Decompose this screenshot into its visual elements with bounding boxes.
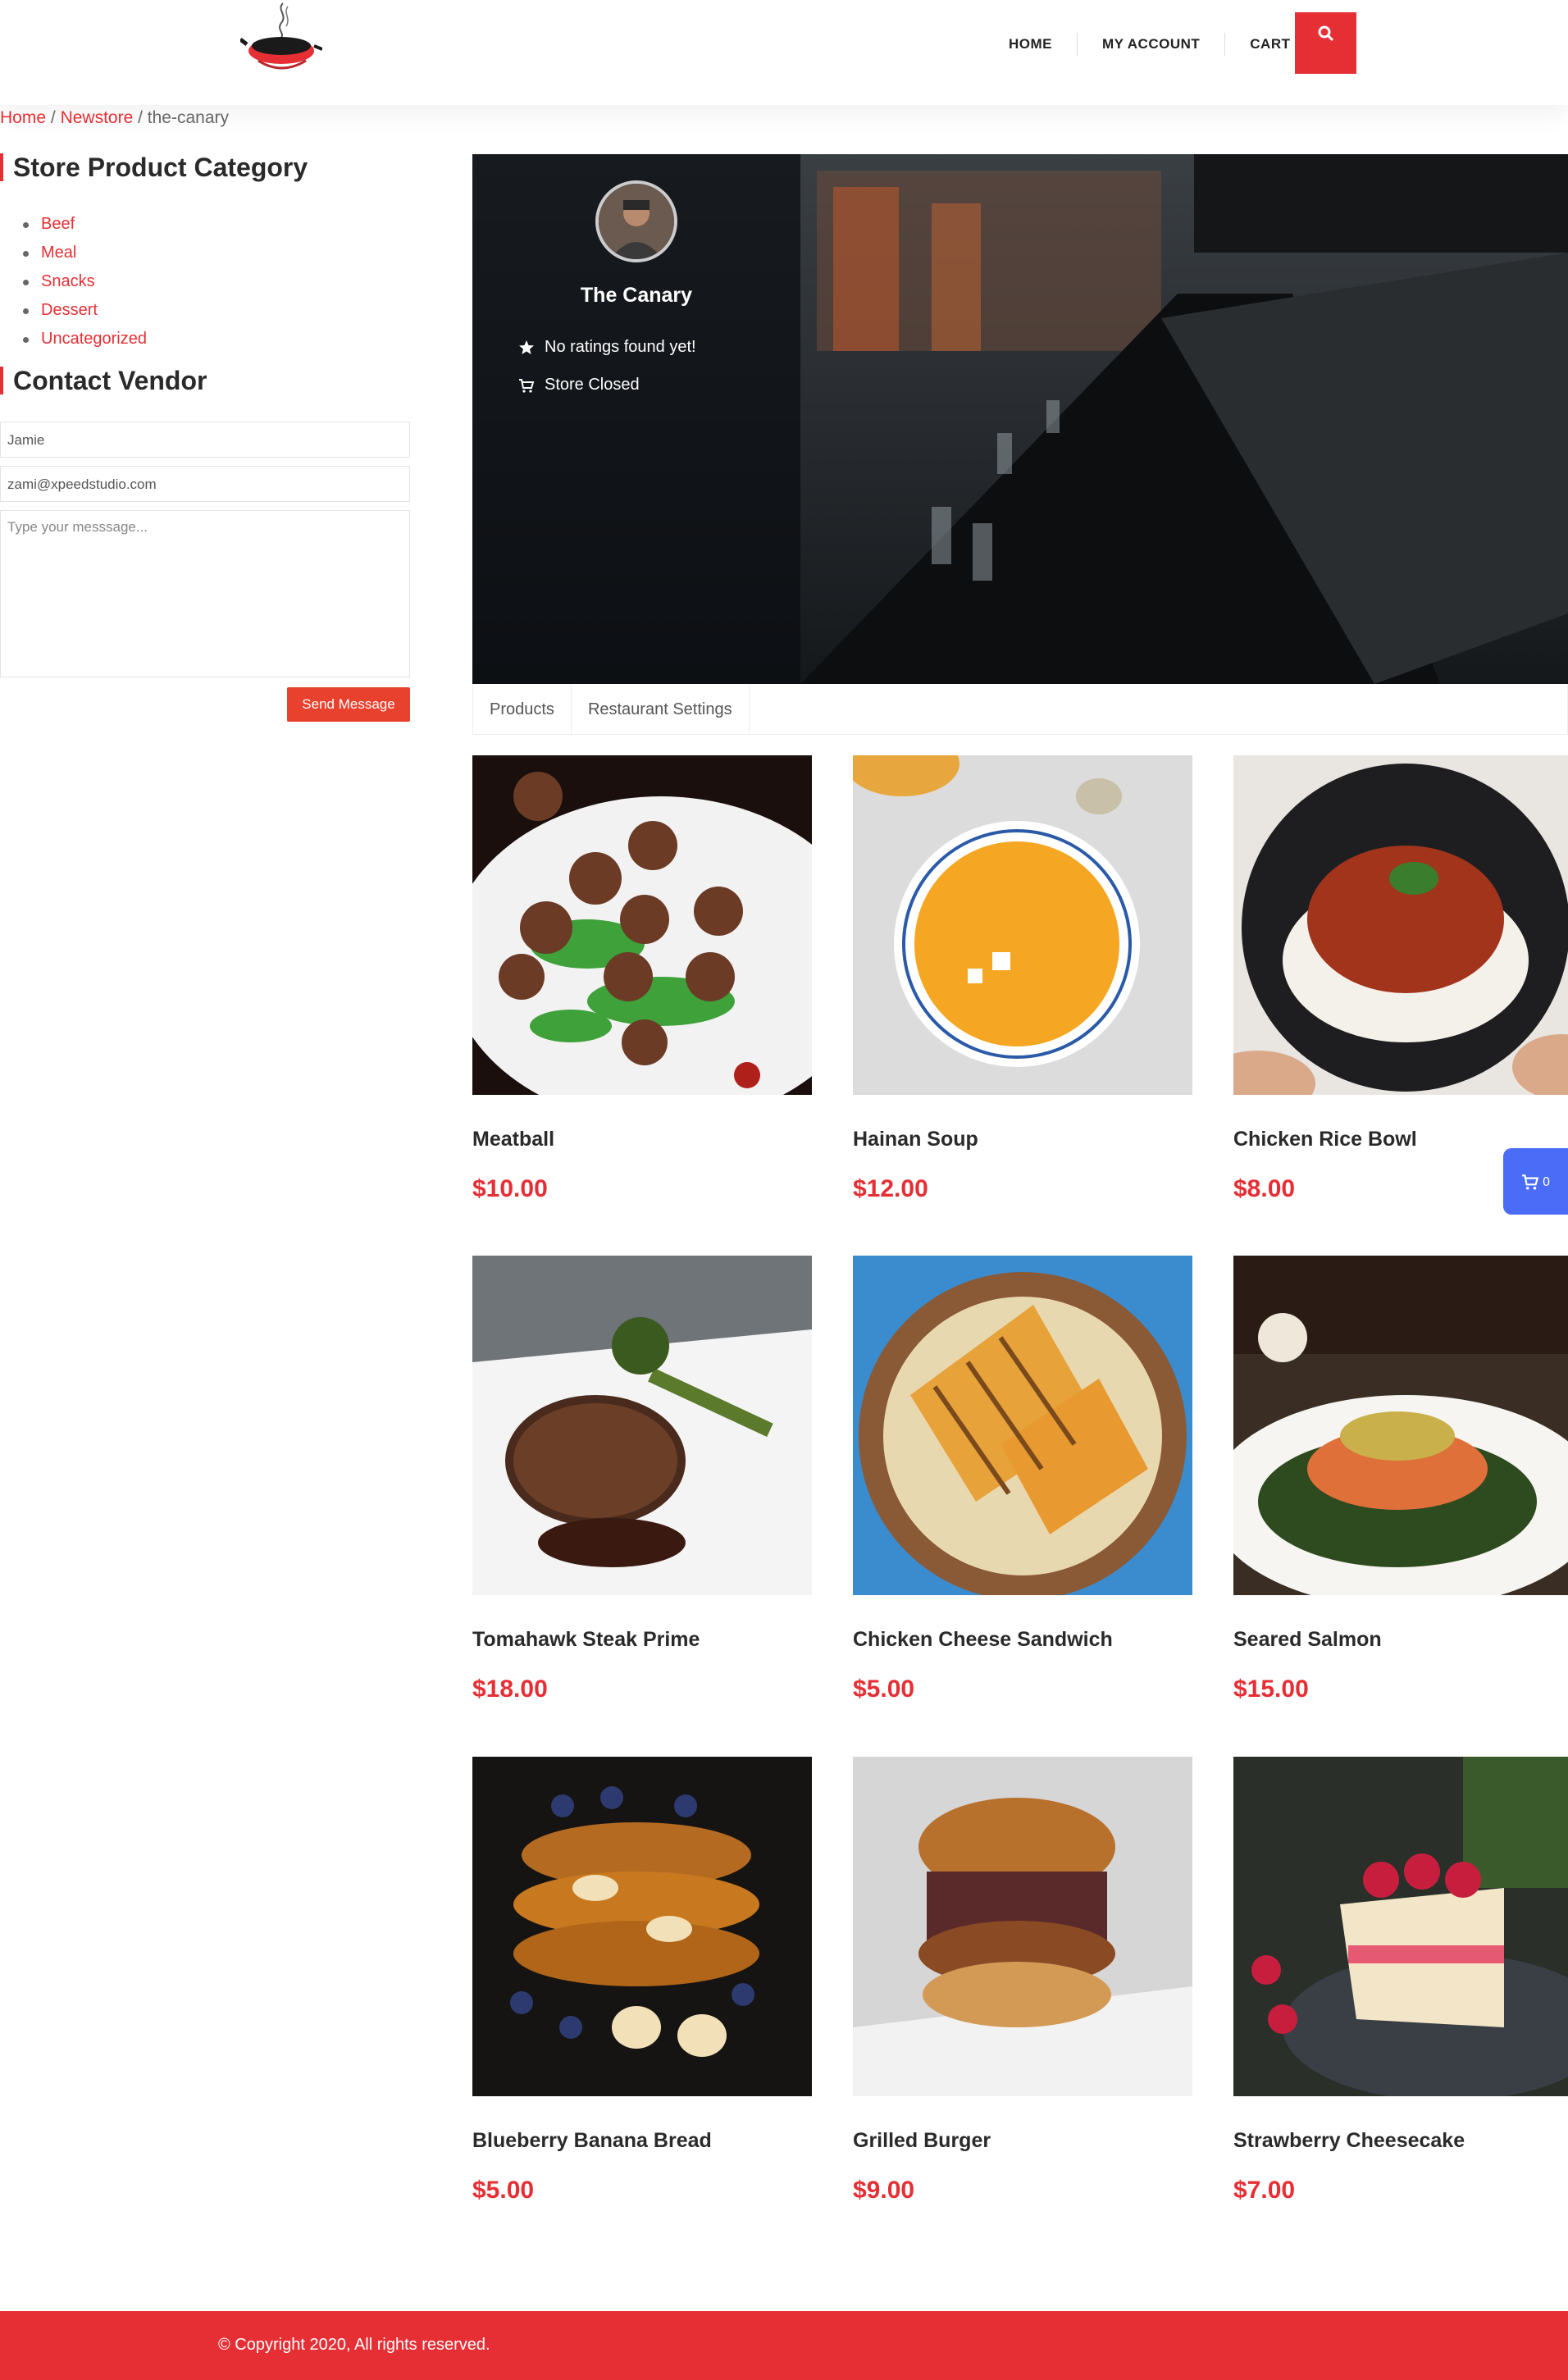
product-name[interactable]: Meatball <box>472 1128 554 1151</box>
product-name[interactable]: Grilled Burger <box>853 2129 991 2153</box>
product-price: $5.00 <box>853 1676 915 1703</box>
product-name[interactable]: Blueberry Banana Bread <box>472 2129 712 2153</box>
wok-pan-logo[interactable] <box>239 0 323 77</box>
product-name[interactable]: Hainan Soup <box>853 1128 978 1151</box>
product-name[interactable]: Strawberry Cheesecake <box>1233 2129 1465 2153</box>
store-rating: No ratings found yet! <box>518 338 696 357</box>
product-image-hainan-soup[interactable] <box>853 755 1192 1095</box>
copyright-text: © Copyright 2020, All rights reserved. <box>218 2336 490 2354</box>
product-image-tomahawk-steak[interactable] <box>472 1256 812 1595</box>
category-heading: Store Product Category <box>0 153 308 181</box>
floating-cart-button[interactable]: 0 <box>1503 1148 1568 1215</box>
category-link-dessert[interactable]: Dessert <box>23 296 147 325</box>
send-message-button[interactable]: Send Message <box>287 687 410 722</box>
store-rating-text: No ratings found yet! <box>545 338 696 356</box>
product-image-blueberry-banana-bread[interactable] <box>472 1757 812 2096</box>
tab-products[interactable]: Products <box>473 684 572 735</box>
category-link-snacks[interactable]: Snacks <box>23 267 147 296</box>
cart-icon <box>1521 1174 1538 1189</box>
product-image-chicken-rice-bowl[interactable] <box>1233 755 1568 1095</box>
store-name: The Canary <box>580 284 693 307</box>
breadcrumb: Home / Newstore / the-canary <box>0 108 229 128</box>
message-textarea[interactable]: Type your messsage... <box>0 510 410 677</box>
cart-count: 0 <box>1542 1174 1551 1189</box>
product-card[interactable]: Tomahawk Steak Prime $18.00 <box>472 1256 812 1703</box>
email-field[interactable]: zami@xpeedstudio.com <box>0 466 410 502</box>
product-card[interactable]: Meatball $10.00 <box>472 755 812 1202</box>
product-image-grilled-burger[interactable] <box>853 1757 1192 2096</box>
store-status: Store Closed <box>518 376 640 394</box>
product-price: $9.00 <box>853 2177 915 2204</box>
breadcrumb-separator: / <box>50 108 56 127</box>
product-image-seared-salmon[interactable] <box>1233 1256 1568 1595</box>
breadcrumb-separator: / <box>138 108 143 127</box>
product-card[interactable]: Strawberry Cheesecake $7.00 <box>1233 1757 1568 2204</box>
product-card[interactable]: Blueberry Banana Bread $5.00 <box>472 1757 812 2204</box>
product-name[interactable]: Seared Salmon <box>1233 1628 1382 1652</box>
product-image-chicken-cheese-sandwich[interactable] <box>853 1256 1192 1595</box>
product-name[interactable]: Tomahawk Steak Prime <box>472 1628 700 1652</box>
category-link-uncategorized[interactable]: Uncategorized <box>23 325 147 353</box>
store-avatar <box>595 180 677 262</box>
breadcrumb-store[interactable]: Newstore <box>61 108 134 127</box>
cart-icon <box>519 378 535 393</box>
product-image-meatball[interactable] <box>472 755 812 1095</box>
contact-vendor-heading: Contact Vendor <box>0 367 207 394</box>
product-card[interactable]: Chicken Rice Bowl $8.00 <box>1233 755 1568 1202</box>
product-price: $10.00 <box>472 1175 548 1202</box>
product-price: $7.00 <box>1233 2177 1296 2204</box>
product-name[interactable]: Chicken Rice Bowl <box>1233 1128 1417 1151</box>
product-price: $18.00 <box>472 1676 548 1703</box>
breadcrumb-current: the-canary <box>147 108 230 127</box>
product-card[interactable]: Hainan Soup $12.00 <box>853 755 1192 1202</box>
product-price: $8.00 <box>1233 1175 1296 1202</box>
name-field[interactable]: Jamie <box>0 422 410 458</box>
nav-my-account[interactable]: MY ACCOUNT <box>1078 33 1226 56</box>
product-price: $12.00 <box>853 1175 928 1202</box>
product-card[interactable]: Chicken Cheese Sandwich $5.00 <box>853 1256 1192 1703</box>
product-price: $5.00 <box>472 2177 535 2204</box>
site-header: HOME MY ACCOUNT CART <box>0 0 1568 105</box>
star-icon <box>519 340 534 354</box>
tab-restaurant-settings[interactable]: Restaurant Settings <box>572 684 750 735</box>
product-name[interactable]: Chicken Cheese Sandwich <box>853 1628 1113 1652</box>
product-image-strawberry-cheesecake[interactable] <box>1233 1757 1568 2096</box>
product-card[interactable]: Seared Salmon $15.00 <box>1233 1256 1568 1703</box>
breadcrumb-home[interactable]: Home <box>0 108 46 127</box>
site-footer: © Copyright 2020, All rights reserved. <box>0 2311 1568 2380</box>
store-tabs: Products Restaurant Settings <box>472 684 1568 735</box>
category-link-beef[interactable]: Beef <box>23 210 147 239</box>
search-button[interactable] <box>1295 12 1356 74</box>
product-price: $15.00 <box>1233 1676 1309 1703</box>
store-status-text: Store Closed <box>545 376 640 394</box>
store-banner: The Canary No ratings found yet! Store C… <box>472 154 1568 684</box>
store-info-panel: The Canary No ratings found yet! Store C… <box>472 154 800 684</box>
category-list: Beef Meal Snacks Dessert Uncategorized <box>23 210 147 353</box>
search-icon <box>1318 25 1333 42</box>
product-card[interactable]: Grilled Burger $9.00 <box>853 1757 1192 2204</box>
main-nav: HOME MY ACCOUNT CART <box>984 33 1307 56</box>
category-link-meal[interactable]: Meal <box>23 239 147 267</box>
nav-home[interactable]: HOME <box>984 33 1078 56</box>
